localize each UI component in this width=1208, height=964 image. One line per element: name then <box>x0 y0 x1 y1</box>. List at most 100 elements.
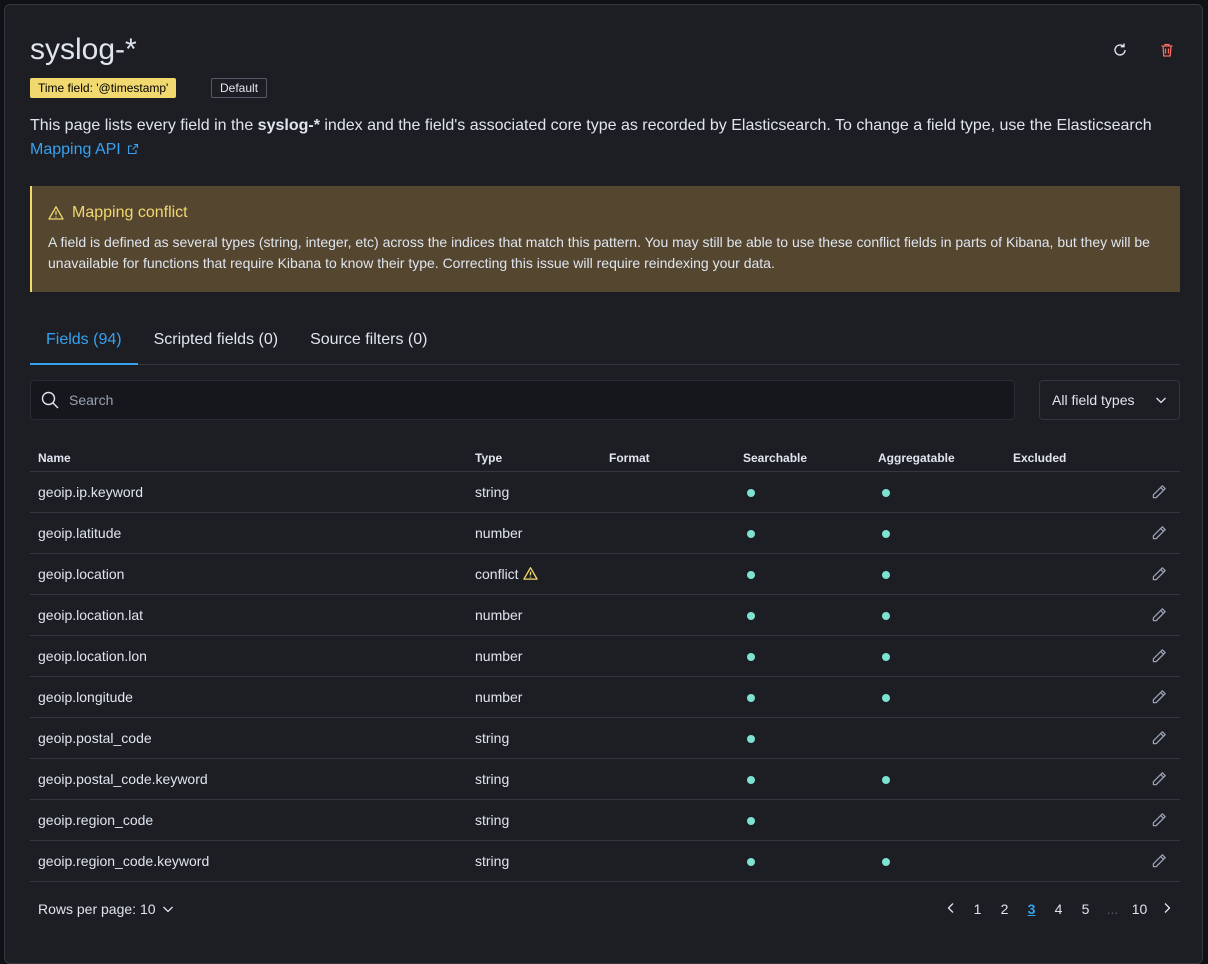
edit-pencil-icon[interactable] <box>1150 483 1168 501</box>
field-type-select-label: All field types <box>1052 392 1135 408</box>
searchable-dot <box>747 530 755 538</box>
column-searchable[interactable]: Searchable <box>743 451 807 465</box>
external-link-icon <box>128 143 139 155</box>
page-2-button[interactable]: 2 <box>991 901 1018 917</box>
searchable-dot <box>747 489 755 497</box>
aggregatable-dot <box>882 571 890 579</box>
field-type-select[interactable]: All field types <box>1039 380 1180 420</box>
search-box <box>30 380 1015 420</box>
searchable-dot <box>747 858 755 866</box>
field-type-label: string <box>475 812 510 828</box>
table-row: geoip.ip.keyword string <box>30 472 1180 513</box>
field-type: string <box>475 812 509 828</box>
edit-pencil-icon[interactable] <box>1150 647 1168 665</box>
chevron-down-icon <box>162 906 173 913</box>
edit-pencil-icon[interactable] <box>1150 770 1168 788</box>
field-type-label: string <box>475 484 510 500</box>
pagination: 1 2 3 4 5... 10 <box>937 901 1180 917</box>
field-type: string <box>475 730 509 746</box>
column-name[interactable]: Name <box>38 451 71 465</box>
field-type: number <box>475 648 522 664</box>
page-title: syslog-* <box>30 33 137 66</box>
edit-pencil-icon[interactable] <box>1150 729 1168 747</box>
column-excluded[interactable]: Excluded <box>1013 451 1066 465</box>
tab-scripted-fields[interactable]: Scripted fields (0) <box>138 323 295 365</box>
field-name: geoip.latitude <box>38 525 122 541</box>
edit-pencil-icon[interactable] <box>1150 811 1168 829</box>
aggregatable-dot <box>882 694 890 702</box>
column-type[interactable]: Type <box>475 451 502 465</box>
table-row: geoip.region_code string <box>30 800 1180 841</box>
field-type: string <box>475 484 509 500</box>
field-type: conflict <box>475 566 538 582</box>
warning-icon[interactable] <box>522 566 538 581</box>
search-icon <box>41 391 59 409</box>
callout-text: A field is defined as several types (str… <box>48 234 1150 271</box>
field-name: geoip.longitude <box>38 689 133 705</box>
table-row: geoip.latitude number <box>30 513 1180 554</box>
page-4-button[interactable]: 4 <box>1045 901 1072 917</box>
delete-button[interactable] <box>1155 38 1179 62</box>
field-type: number <box>475 525 522 541</box>
page-5-button[interactable]: 5 <box>1072 901 1099 917</box>
page-1-button[interactable]: 1 <box>964 901 991 917</box>
searchable-dot <box>747 653 755 661</box>
mapping-conflict-callout: Mapping conflict A field is defined as s… <box>30 186 1180 292</box>
field-type: number <box>475 689 522 705</box>
next-page-button[interactable] <box>1153 901 1180 917</box>
field-type-label: string <box>475 853 510 869</box>
field-name: geoip.location.lon <box>38 648 147 664</box>
callout-title: Mapping conflict <box>48 204 1164 222</box>
field-name: geoip.location.lat <box>38 607 144 623</box>
trash-icon <box>1161 43 1173 57</box>
description-text-2: index and the field's associated core ty… <box>319 117 1152 134</box>
field-type: number <box>475 607 522 623</box>
aggregatable-dot <box>882 489 890 497</box>
table-row: geoip.postal_code.keyword string <box>30 759 1180 800</box>
column-format[interactable]: Format <box>609 451 650 465</box>
field-type-label: number <box>475 607 523 623</box>
table-row: geoip.location.lon number <box>30 636 1180 677</box>
mapping-api-link[interactable]: Mapping API <box>30 141 139 158</box>
table-body: geoip.ip.keyword string geoip.latitude numb… <box>30 472 1180 882</box>
searchable-dot <box>747 571 755 579</box>
table-row: geoip.location conflict <box>30 554 1180 595</box>
rows-per-page-button[interactable]: Rows per page: 10 <box>38 901 174 917</box>
searchable-dot <box>747 694 755 702</box>
edit-pencil-icon[interactable] <box>1150 565 1168 583</box>
searchable-dot <box>747 817 755 825</box>
page-description: This page lists every field in the syslo… <box>30 114 1160 162</box>
index-name: syslog-* <box>257 117 320 134</box>
searchable-dot <box>747 776 755 784</box>
chevron-left-icon <box>947 903 953 913</box>
refresh-button[interactable] <box>1108 38 1132 62</box>
field-name: geoip.postal_code <box>38 730 152 746</box>
aggregatable-dot <box>882 776 890 784</box>
field-type: string <box>475 771 509 787</box>
rows-per-page-label: Rows per page: 10 <box>38 901 156 917</box>
fields-table: Name Type Format Searchable Aggregatable… <box>30 438 1180 882</box>
field-name: geoip.location <box>38 566 125 582</box>
edit-pencil-icon[interactable] <box>1150 524 1168 542</box>
field-name: geoip.region_code.keyword <box>38 853 210 869</box>
column-aggregatable[interactable]: Aggregatable <box>878 451 955 465</box>
tab-fields[interactable]: Fields (94) <box>30 323 138 365</box>
field-name: geoip.postal_code.keyword <box>38 771 208 787</box>
search-input[interactable] <box>69 392 969 408</box>
tab-source-filters[interactable]: Source filters (0) <box>294 323 443 365</box>
default-badge: Default <box>211 78 268 98</box>
table-row: geoip.region_code.keyword string <box>30 841 1180 882</box>
page-3-button[interactable]: 3 <box>1018 901 1045 917</box>
page-10-button[interactable]: 10 <box>1126 901 1153 917</box>
time-field-badge: Time field: '@timestamp' <box>30 78 177 98</box>
aggregatable-dot <box>882 858 890 866</box>
previous-page-button[interactable] <box>937 901 964 917</box>
edit-pencil-icon[interactable] <box>1150 688 1168 706</box>
field-name: geoip.ip.keyword <box>38 484 144 500</box>
table-row: geoip.location.lat number <box>30 595 1180 636</box>
edit-pencil-icon[interactable] <box>1150 606 1168 624</box>
chevron-down-icon <box>1156 397 1166 404</box>
aggregatable-dot <box>882 612 890 620</box>
table-header: Name Type Format Searchable Aggregatable… <box>30 438 1180 472</box>
edit-pencil-icon[interactable] <box>1150 852 1168 870</box>
